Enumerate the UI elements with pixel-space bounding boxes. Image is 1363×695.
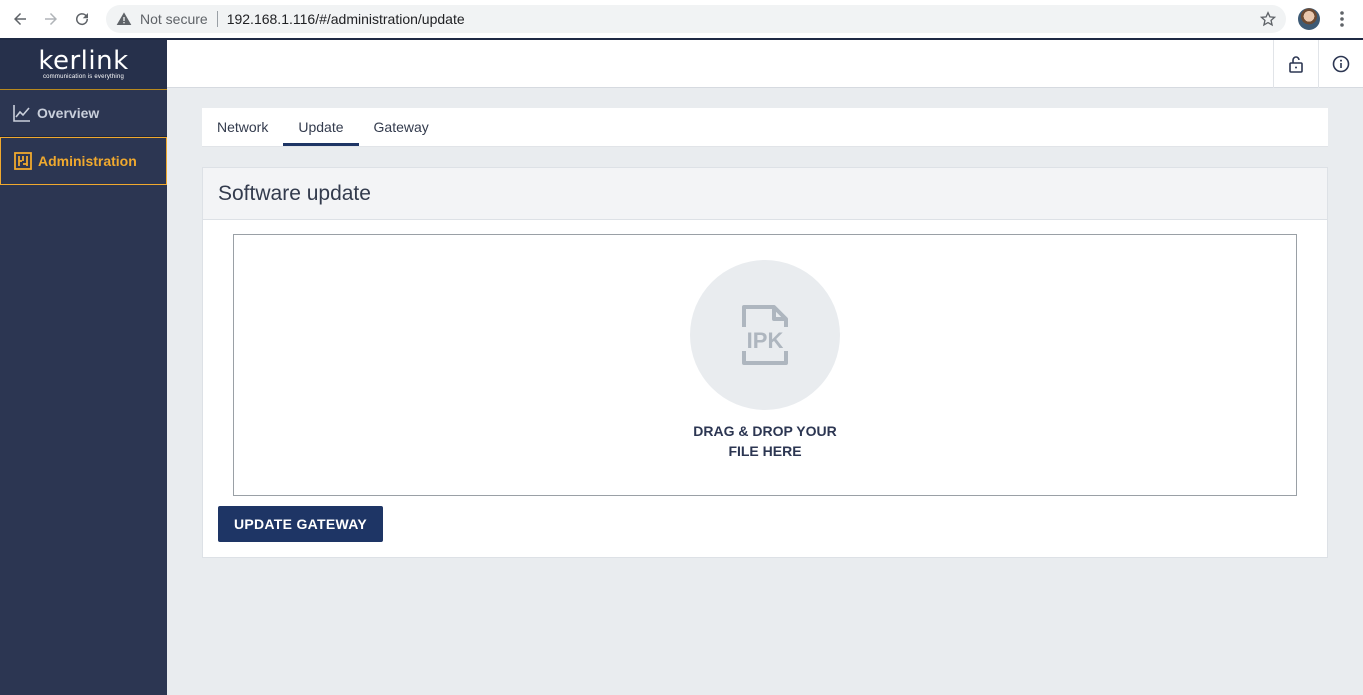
logo-tagline: communication is everything: [42, 74, 125, 80]
browser-toolbar: Not secure 192.168.1.116/#/administratio…: [0, 0, 1363, 38]
dropzone-instructions: DRAG & DROP YOUR FILE HERE: [234, 421, 1296, 461]
lock-open-icon[interactable]: [1273, 40, 1318, 88]
chart-line-icon: [13, 104, 31, 122]
url-text[interactable]: 192.168.1.116/#/administration/update: [227, 11, 465, 27]
app-topbar: [167, 38, 1363, 88]
address-bar[interactable]: Not secure 192.168.1.116/#/administratio…: [106, 5, 1286, 33]
dropzone-line-1: DRAG & DROP YOUR: [693, 423, 837, 439]
sidebar-item-administration[interactable]: Administration: [0, 137, 167, 185]
sidebar: kerlink communication is everything Over…: [0, 38, 167, 695]
file-dropzone[interactable]: IPK DRAG & DROP YOUR FILE HERE: [233, 234, 1297, 496]
sidebar-item-label: Overview: [37, 105, 100, 121]
logo[interactable]: kerlink communication is everything: [0, 38, 167, 90]
ipk-file-icon: IPK: [739, 305, 791, 365]
admin-grid-icon: [14, 152, 32, 170]
security-label[interactable]: Not secure: [140, 11, 208, 27]
tab-network[interactable]: Network: [202, 108, 283, 146]
reload-icon[interactable]: [69, 6, 95, 32]
update-gateway-button[interactable]: UPDATE GATEWAY: [218, 506, 383, 542]
card-title: Software update: [203, 168, 1327, 220]
sidebar-item-label: Administration: [38, 153, 137, 169]
dropzone-line-2: FILE HERE: [728, 443, 802, 459]
omnibox-separator: [216, 11, 218, 27]
admin-tabs: Network Update Gateway: [202, 108, 1328, 147]
software-update-card: Software update IPK DRAG & DROP YOUR FIL…: [202, 167, 1328, 558]
forward-icon[interactable]: [38, 6, 64, 32]
browser-menu-icon[interactable]: [1333, 9, 1351, 29]
profile-avatar[interactable]: [1298, 8, 1320, 30]
sidebar-item-overview[interactable]: Overview: [0, 90, 167, 137]
tab-update[interactable]: Update: [283, 108, 359, 146]
tab-gateway[interactable]: Gateway: [359, 108, 444, 146]
bookmark-star-icon[interactable]: [1260, 11, 1276, 27]
logo-wordmark: kerlink: [38, 46, 129, 76]
info-icon[interactable]: [1318, 40, 1363, 88]
back-icon[interactable]: [7, 6, 33, 32]
dropzone-icon-circle: IPK: [690, 260, 840, 410]
ipk-icon-text: IPK: [747, 328, 784, 353]
warning-icon: [116, 12, 132, 25]
